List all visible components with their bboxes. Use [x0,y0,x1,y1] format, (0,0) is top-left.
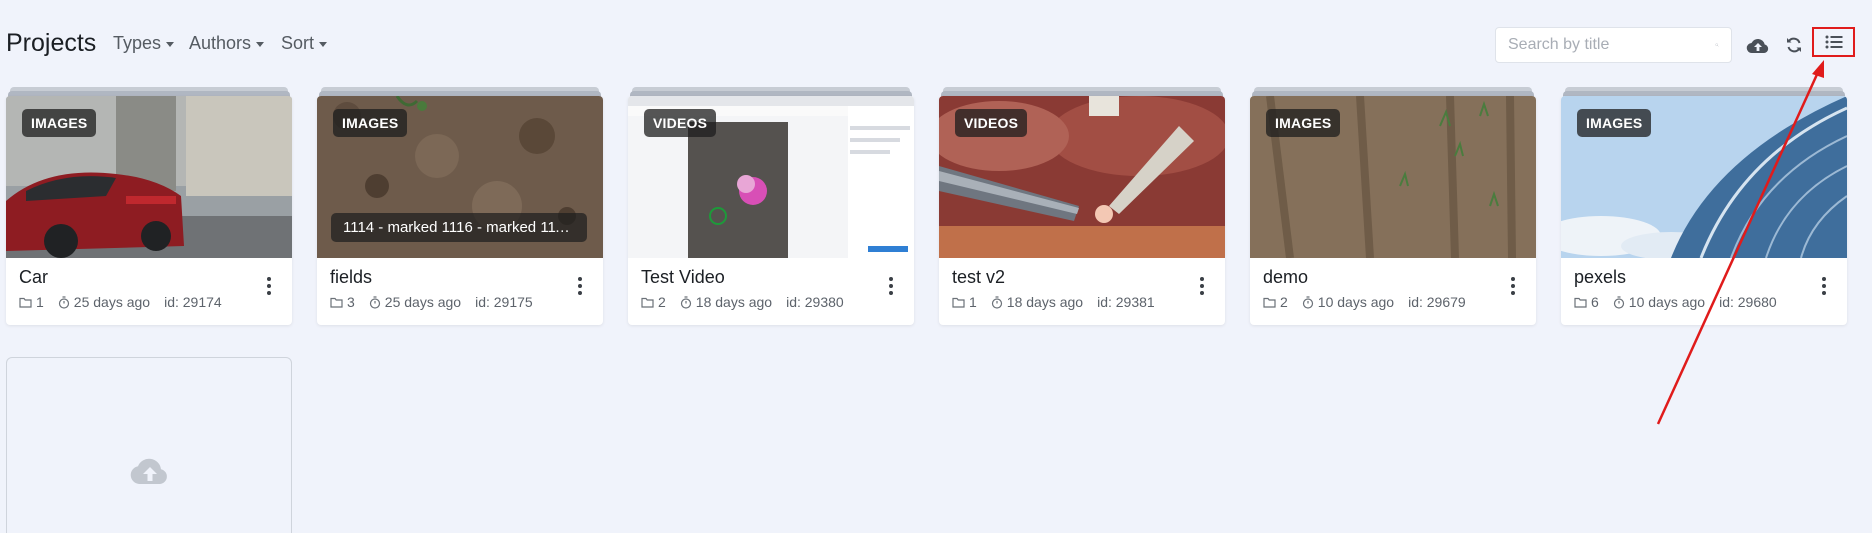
annotation-arrow [1656,60,1824,425]
